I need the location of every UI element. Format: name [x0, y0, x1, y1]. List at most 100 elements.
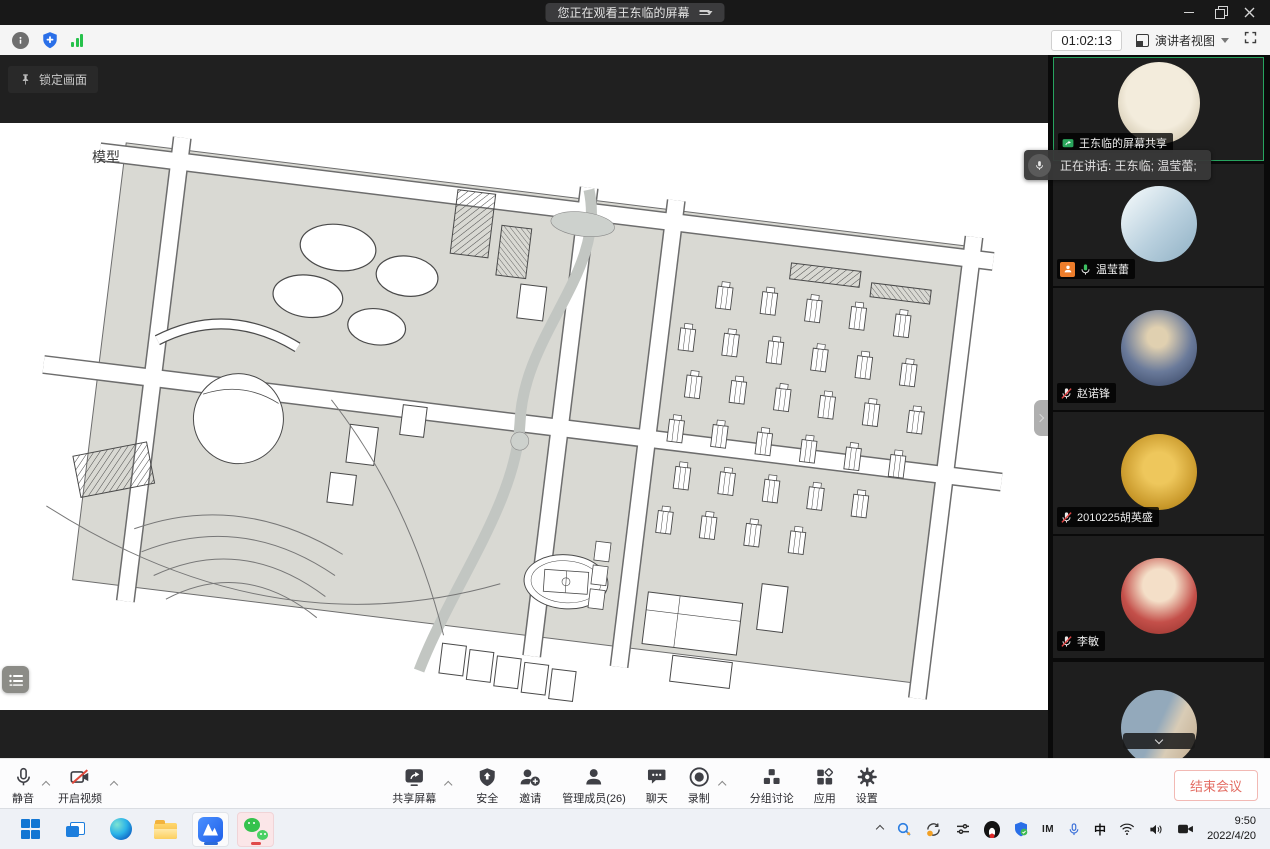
camera-tray-icon[interactable] — [1177, 822, 1194, 836]
mic-muted-icon — [1060, 635, 1073, 648]
participant-name: 赵诺锋 — [1077, 385, 1110, 401]
screen-share-icon — [1061, 137, 1075, 150]
view-mode-label: 演讲者视图 — [1155, 32, 1215, 49]
running-indicator — [204, 842, 218, 845]
windows-security-tray-icon[interactable] — [1013, 821, 1029, 837]
invite-button[interactable]: 邀请 — [518, 766, 542, 806]
view-mode-button[interactable]: 演讲者视图 — [1136, 32, 1229, 49]
caret-down-icon — [707, 11, 713, 15]
shared-screen-stage: 模型 — [0, 55, 1048, 758]
pin-icon — [19, 73, 32, 86]
security-button[interactable]: 安全 — [476, 766, 498, 806]
participant-name-bar: 温莹蕾 — [1057, 259, 1135, 279]
camera-off-icon — [68, 766, 92, 788]
clock-time: 9:50 — [1235, 814, 1256, 829]
lock-view-button[interactable]: 锁定画面 — [8, 66, 98, 93]
task-view-icon — [66, 822, 85, 837]
meeting-main-area: 模型 锁定画面 — [0, 55, 1270, 758]
start-button[interactable] — [12, 812, 49, 847]
lock-view-label: 锁定画面 — [39, 71, 87, 88]
clock-date: 2022/4/20 — [1207, 829, 1256, 844]
participant-tile[interactable]: 李敏 — [1053, 536, 1264, 658]
speaking-indicator-text: 正在讲话: 王东临; 温莹蕾; — [1060, 157, 1197, 174]
participant-name: 李敏 — [1077, 633, 1099, 649]
participant-tile[interactable]: 温莹蕾 — [1053, 164, 1264, 286]
participant-tile[interactable]: 赵诺锋 — [1053, 288, 1264, 410]
mute-options-expander[interactable] — [38, 775, 54, 793]
settings-gear-icon — [856, 766, 878, 788]
floating-list-button[interactable] — [2, 666, 29, 693]
close-button[interactable] — [1234, 0, 1264, 25]
meeting-app-button[interactable] — [192, 812, 229, 847]
participant-tile[interactable]: 2010225胡英盛 — [1053, 412, 1264, 534]
meeting-info-icon[interactable] — [12, 32, 29, 49]
ime-indicator[interactable]: 中 — [1094, 821, 1106, 838]
sliders-tray-icon[interactable] — [955, 821, 971, 837]
restore-icon — [1215, 9, 1223, 17]
record-options-expander[interactable] — [714, 775, 730, 793]
network-signal-icon[interactable] — [71, 34, 85, 47]
chevron-down-icon — [1155, 735, 1163, 743]
restore-button[interactable] — [1204, 0, 1234, 25]
participant-name-bar: 2010225胡英盛 — [1057, 507, 1159, 527]
avatar — [1121, 434, 1197, 510]
minimize-button[interactable] — [1174, 0, 1204, 25]
invite-person-icon — [518, 766, 542, 788]
tray-expand-button[interactable] — [877, 826, 883, 832]
breakout-rooms-icon — [761, 766, 782, 788]
members-icon — [584, 766, 605, 788]
taskbar-clock[interactable]: 9:50 2022/4/20 — [1207, 814, 1260, 844]
avatar — [1121, 558, 1197, 634]
chat-icon — [646, 766, 667, 788]
task-view-button[interactable] — [57, 812, 94, 847]
microphone-icon — [13, 766, 34, 788]
start-video-button[interactable]: 开启视频 — [58, 766, 102, 806]
fullscreen-button[interactable] — [1243, 30, 1258, 50]
volume-tray-icon[interactable] — [1148, 822, 1164, 837]
layout-icon — [1136, 34, 1149, 47]
security-shield-icon[interactable] — [41, 31, 59, 49]
record-button[interactable]: 录制 — [688, 766, 710, 806]
wechat-button[interactable] — [237, 812, 274, 847]
viewing-screen-menu[interactable]: 您正在观看王东临的屏幕 — [545, 3, 724, 22]
apps-icon — [814, 766, 835, 788]
wechat-icon — [244, 818, 268, 840]
search-tray-icon[interactable] — [896, 821, 912, 837]
scroll-participants-down-button[interactable] — [1123, 733, 1195, 749]
edge-icon — [110, 818, 132, 840]
speaking-indicator-toast: 正在讲话: 王东临; 温莹蕾; — [1024, 150, 1211, 180]
im-tray-icon[interactable]: IM — [1042, 824, 1054, 835]
mic-muted-icon — [1060, 387, 1073, 400]
participant-name: 温莹蕾 — [1096, 261, 1129, 277]
notification-indicator — [251, 842, 261, 845]
folder-icon — [154, 823, 177, 839]
share-options-expander[interactable] — [440, 775, 456, 793]
sidebar-collapse-tab[interactable] — [1034, 400, 1048, 436]
video-options-expander[interactable] — [106, 775, 122, 793]
chat-button[interactable]: 聊天 — [646, 766, 668, 806]
mute-button[interactable]: 静音 — [12, 766, 34, 806]
avatar — [1118, 62, 1200, 144]
record-icon — [688, 766, 710, 788]
wifi-tray-icon[interactable] — [1119, 822, 1135, 836]
model-tab-label: 模型 — [92, 147, 120, 167]
sync-tray-icon[interactable] — [925, 821, 942, 838]
breakout-rooms-button[interactable]: 分组讨论 — [750, 766, 794, 806]
participant-name: 2010225胡英盛 — [1077, 509, 1153, 525]
manage-members-button[interactable]: 管理成员(26) — [562, 766, 626, 806]
close-icon — [1244, 7, 1255, 18]
window-controls — [1174, 0, 1264, 25]
participant-tile[interactable]: 王东临的屏幕共享 — [1053, 57, 1264, 161]
settings-button[interactable]: 设置 — [856, 766, 878, 806]
end-meeting-button[interactable]: 结束会议 — [1174, 770, 1258, 801]
qq-tray-icon[interactable] — [984, 821, 1000, 838]
share-screen-button[interactable]: 共享屏幕 — [392, 766, 436, 806]
windows-logo-icon — [21, 819, 41, 839]
host-icon — [1060, 262, 1075, 277]
avatar — [1121, 186, 1197, 262]
apps-button[interactable]: 应用 — [814, 766, 836, 806]
microphone-tray-icon[interactable] — [1067, 822, 1081, 837]
file-explorer-button[interactable] — [147, 812, 184, 847]
window-titlebar: 您正在观看王东临的屏幕 — [0, 0, 1270, 25]
edge-browser-button[interactable] — [102, 812, 139, 847]
